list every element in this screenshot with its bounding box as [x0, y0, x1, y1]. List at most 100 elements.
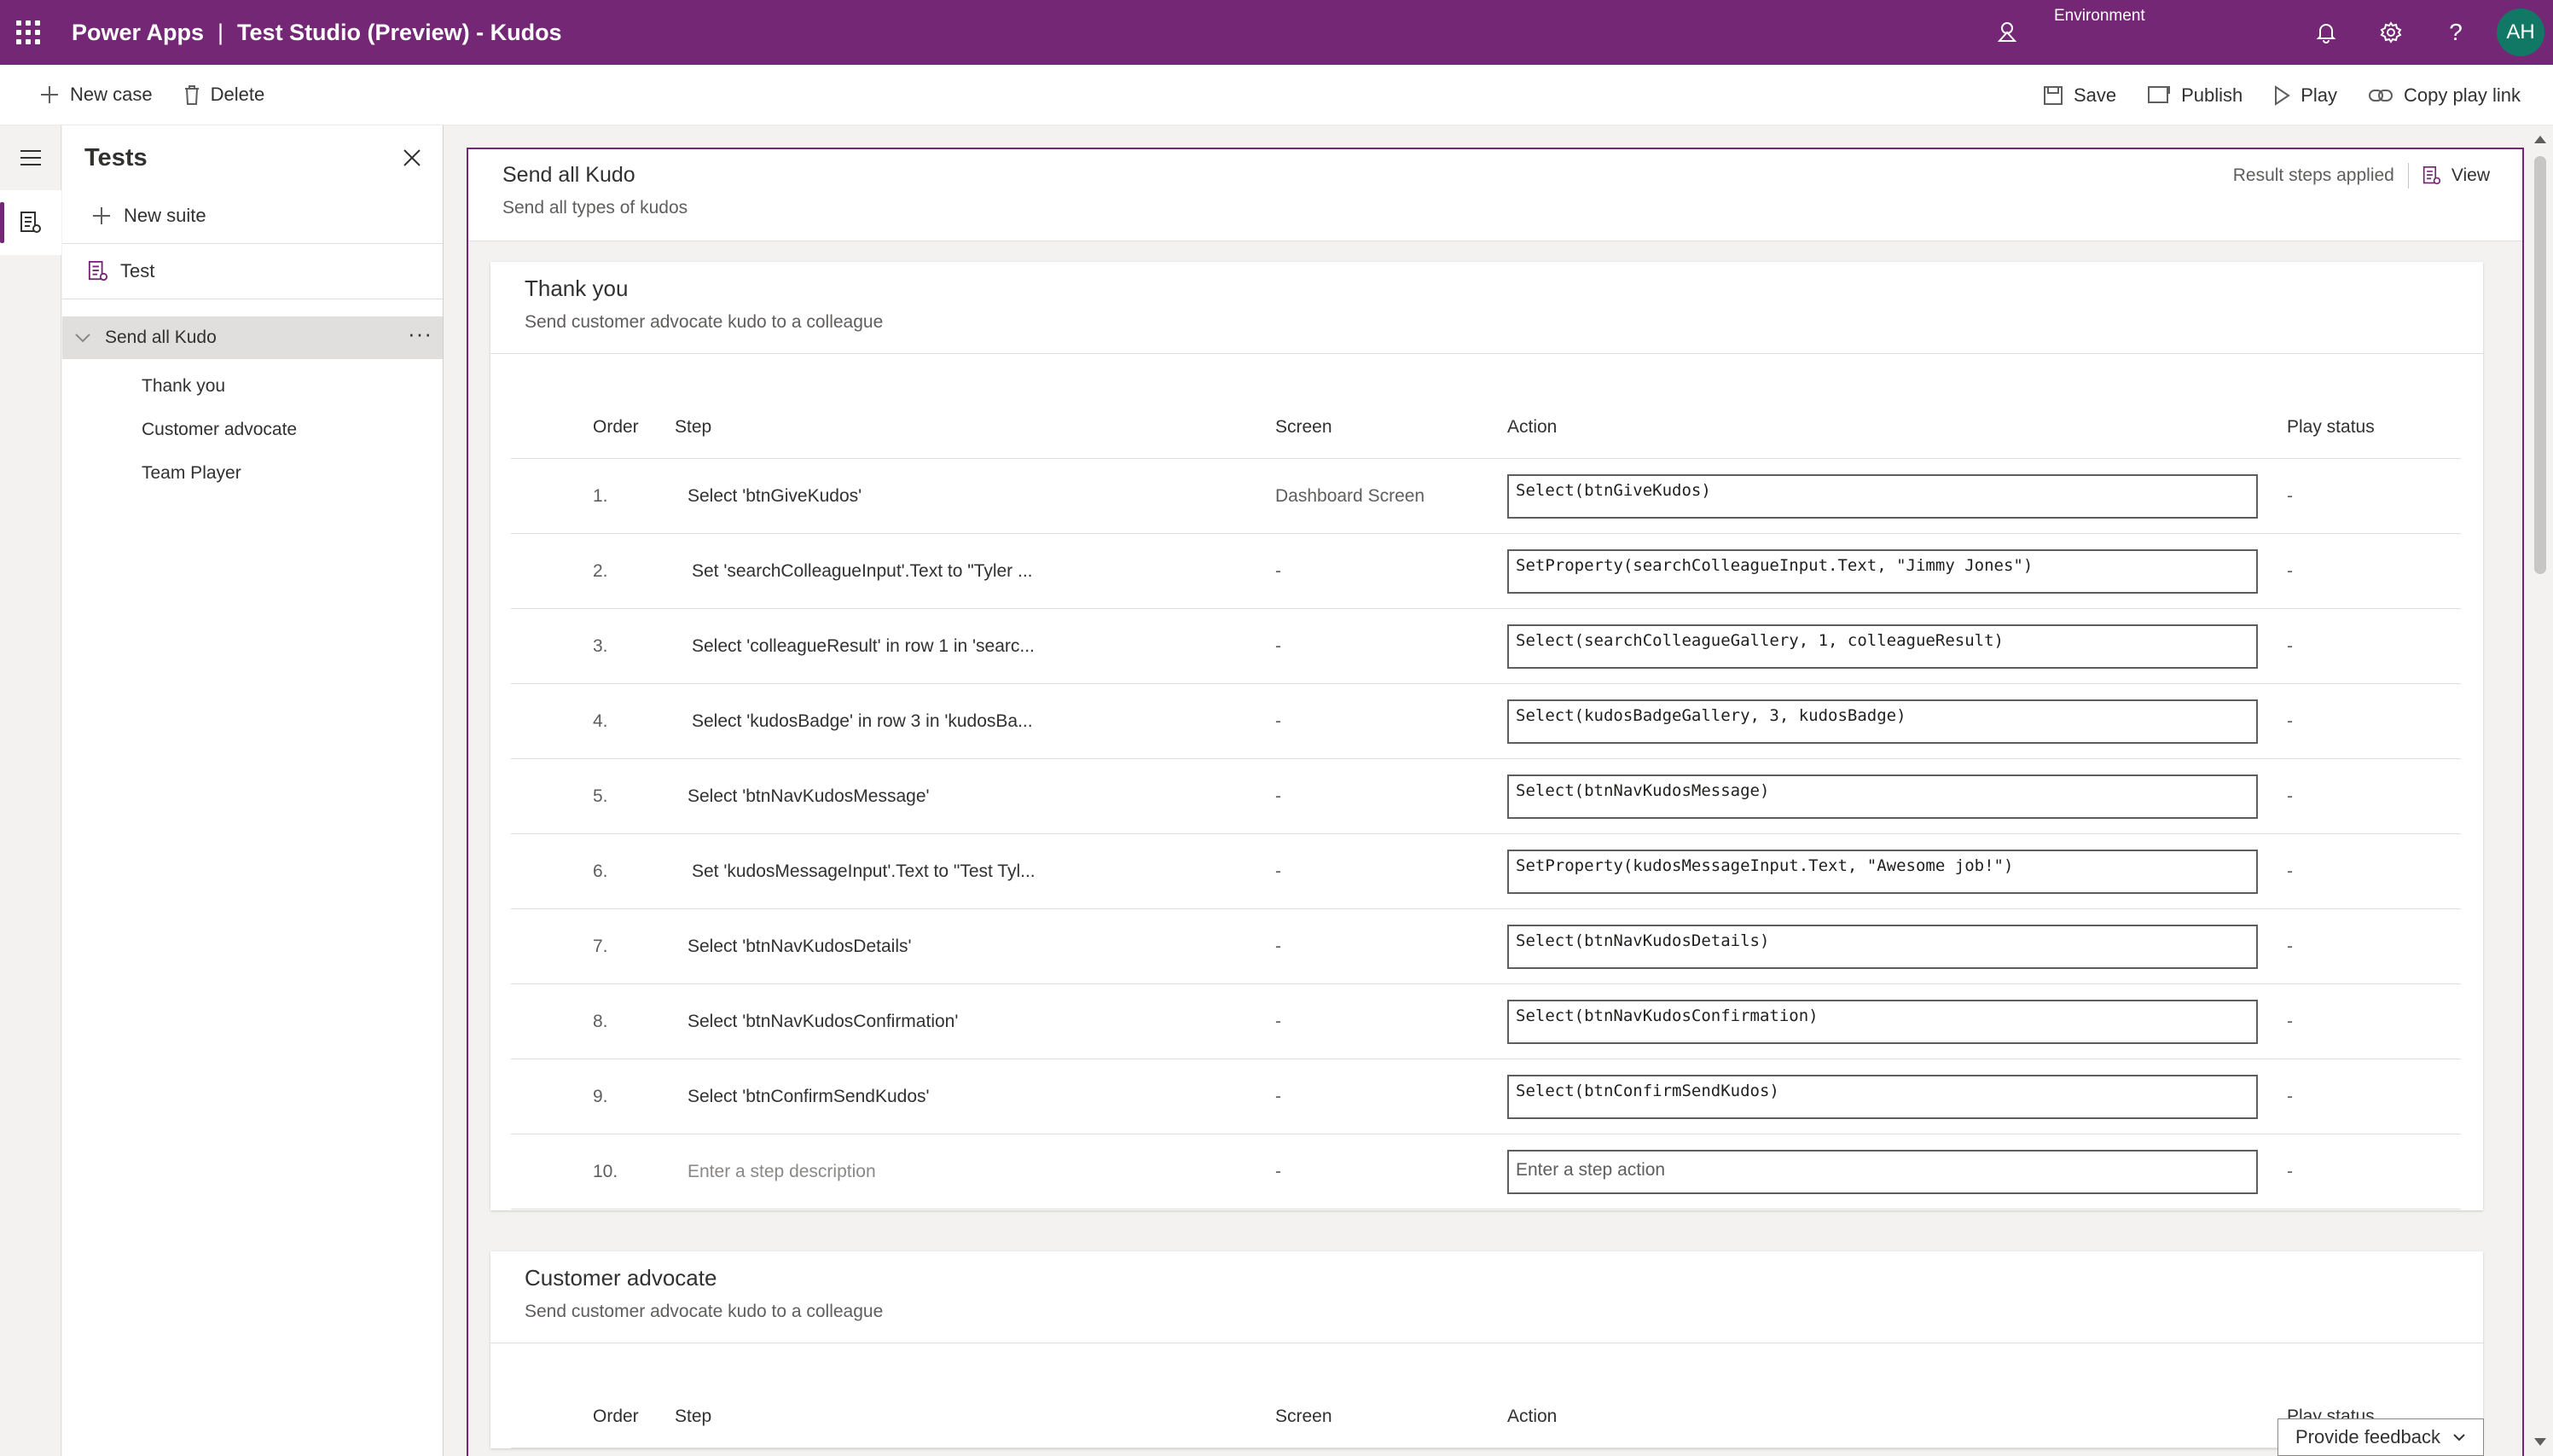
suite-title[interactable]: Send all Kudo: [502, 163, 2522, 188]
avatar[interactable]: AH: [2497, 9, 2544, 56]
close-icon: [403, 149, 421, 166]
step-order: 1.: [593, 485, 608, 506]
step-action-input[interactable]: Select(kudosBadgeGallery, 3, kudosBadge): [1507, 699, 2258, 744]
test-item[interactable]: Test: [62, 246, 443, 297]
step-action-input[interactable]: Enter a step action: [1507, 1149, 2258, 1194]
table-header: Order Step Screen Action Play status: [511, 397, 2461, 459]
step-description[interactable]: Select 'btnGiveKudos': [675, 486, 1275, 507]
table-row[interactable]: 3. Select 'colleagueResult' in row 1 in …: [511, 609, 2461, 684]
suite-card: Send all Kudo Send all types of kudos Re…: [467, 148, 2524, 1456]
step-description[interactable]: Select 'btnConfirmSendKudos': [675, 1087, 1275, 1107]
delete-button[interactable]: Delete: [168, 65, 281, 125]
step-description[interactable]: Select 'colleagueResult' in row 1 in 'se…: [675, 636, 1275, 657]
test-case-card: Thank you Send customer advocate kudo to…: [490, 262, 2483, 1210]
step-play-status: -: [2287, 786, 2293, 806]
step-action-input[interactable]: Select(btnNavKudosDetails): [1507, 924, 2258, 969]
step-action-input[interactable]: SetProperty(searchColleagueInput.Text, "…: [1507, 548, 2258, 594]
panel-header: Tests: [62, 125, 443, 190]
help-button[interactable]: ?: [2423, 0, 2488, 65]
step-order: 7.: [593, 936, 608, 956]
step-description[interactable]: Set 'kudosMessageInput'.Text to "Test Ty…: [675, 861, 1275, 882]
panel-title: Tests: [84, 143, 148, 171]
plus-icon: [41, 86, 58, 103]
notifications-button[interactable]: [2294, 0, 2359, 65]
suite-description[interactable]: Send all types of kudos: [502, 198, 2522, 218]
close-panel-button[interactable]: [397, 142, 427, 173]
hamburger-icon: [20, 150, 41, 165]
step-description[interactable]: Select 'btnNavKudosMessage': [675, 786, 1275, 807]
step-action-input[interactable]: Select(btnConfirmSendKudos): [1507, 1074, 2258, 1119]
more-options-icon[interactable]: ···: [408, 322, 432, 345]
plus-icon: [93, 207, 110, 224]
test-icon: [20, 212, 41, 233]
column-header-action: Action: [1507, 1407, 1558, 1426]
new-step-row[interactable]: 10. Enter a step description - Enter a s…: [511, 1134, 2461, 1209]
app-header: Power Apps | Test Studio (Preview) - Kud…: [0, 0, 2553, 65]
step-screen: -: [1275, 861, 1281, 881]
step-play-status: -: [2287, 711, 2293, 731]
table-row[interactable]: 8. Select 'btnNavKudosConfirmation' - Se…: [511, 984, 2461, 1059]
app-launcher-button[interactable]: [0, 0, 56, 65]
step-screen: Dashboard Screen: [1275, 485, 1425, 506]
play-button[interactable]: Play: [2258, 65, 2353, 125]
scroll-down-icon[interactable]: [2534, 1438, 2546, 1446]
title-separator: |: [218, 19, 224, 45]
menu-button[interactable]: [0, 125, 61, 190]
step-description[interactable]: Select 'kudosBadge' in row 3 in 'kudosBa…: [675, 711, 1275, 732]
app-name[interactable]: Power Apps: [72, 20, 204, 46]
case-tree-item[interactable]: Customer advocate: [62, 408, 443, 451]
environment-picker[interactable]: Environment: [1996, 0, 2145, 65]
suite-tree-item[interactable]: Send all Kudo ···: [62, 316, 443, 359]
table-header: Order Step Screen Action Play status: [511, 1386, 2461, 1448]
case-tree-item[interactable]: Thank you: [62, 364, 443, 408]
step-description[interactable]: Select 'btnNavKudosDetails': [675, 937, 1275, 957]
table-row[interactable]: 6. Set 'kudosMessageInput'.Text to "Test…: [511, 834, 2461, 909]
step-action-input[interactable]: Select(btnNavKudosMessage): [1507, 774, 2258, 819]
steps-table: Order Step Screen Action Play status 1. …: [490, 354, 2483, 1210]
vertical-scrollbar[interactable]: [2527, 125, 2553, 1456]
case-tree-item[interactable]: Team Player: [62, 451, 443, 495]
scrollbar-thumb[interactable]: [2534, 156, 2546, 574]
case-description[interactable]: Send customer advocate kudo to a colleag…: [525, 312, 2483, 333]
column-header-screen: Screen: [1275, 417, 1332, 437]
case-title[interactable]: Thank you: [525, 276, 2483, 302]
main-content: Send all Kudo Send all types of kudos Re…: [445, 125, 2553, 1456]
table-row[interactable]: 5. Select 'btnNavKudosMessage' - Select(…: [511, 759, 2461, 834]
new-suite-button[interactable]: New suite: [62, 190, 443, 241]
step-description-input[interactable]: Enter a step description: [675, 1162, 1275, 1182]
test-icon: [88, 261, 108, 281]
provide-feedback-button[interactable]: Provide feedback: [2277, 1418, 2484, 1456]
table-row[interactable]: 2. Set 'searchColleagueInput'.Text to "T…: [511, 534, 2461, 609]
test-label: Test: [120, 260, 155, 281]
step-screen: -: [1275, 936, 1281, 956]
copy-play-link-button[interactable]: Copy play link: [2353, 65, 2536, 125]
scroll-up-icon[interactable]: [2534, 136, 2546, 143]
new-case-button[interactable]: New case: [0, 65, 168, 125]
step-play-status: -: [2287, 560, 2293, 581]
delete-label: Delete: [210, 84, 265, 105]
step-action-input[interactable]: Select(searchColleagueGallery, 1, collea…: [1507, 624, 2258, 669]
case-title[interactable]: Customer advocate: [525, 1265, 2483, 1291]
step-action-input[interactable]: Select(btnGiveKudos): [1507, 473, 2258, 519]
publish-button[interactable]: Publish: [2132, 65, 2258, 125]
table-row[interactable]: 1. Select 'btnGiveKudos' Dashboard Scree…: [511, 459, 2461, 534]
step-description[interactable]: Select 'btnNavKudosConfirmation': [675, 1012, 1275, 1032]
step-order: 9.: [593, 1086, 608, 1106]
case-description[interactable]: Send customer advocate kudo to a colleag…: [525, 1302, 2483, 1322]
step-screen: -: [1275, 1011, 1281, 1031]
step-action-input[interactable]: Select(btnNavKudosConfirmation): [1507, 999, 2258, 1044]
tests-nav-button[interactable]: [0, 190, 61, 255]
table-row[interactable]: 4. Select 'kudosBadge' in row 3 in 'kudo…: [511, 684, 2461, 759]
table-row[interactable]: 7. Select 'btnNavKudosDetails' - Select(…: [511, 909, 2461, 984]
step-order: 4.: [593, 711, 608, 731]
step-action-input[interactable]: SetProperty(kudosMessageInput.Text, "Awe…: [1507, 849, 2258, 894]
table-row[interactable]: 9. Select 'btnConfirmSendKudos' - Select…: [511, 1059, 2461, 1134]
question-mark-icon: ?: [2449, 19, 2463, 45]
view-button[interactable]: View: [2422, 165, 2490, 186]
settings-button[interactable]: [2359, 0, 2423, 65]
new-case-label: New case: [70, 84, 153, 105]
save-button[interactable]: Save: [2028, 65, 2132, 125]
play-icon: [2275, 84, 2291, 106]
step-description[interactable]: Set 'searchColleagueInput'.Text to "Tyle…: [675, 561, 1275, 582]
new-suite-label: New suite: [124, 205, 206, 226]
